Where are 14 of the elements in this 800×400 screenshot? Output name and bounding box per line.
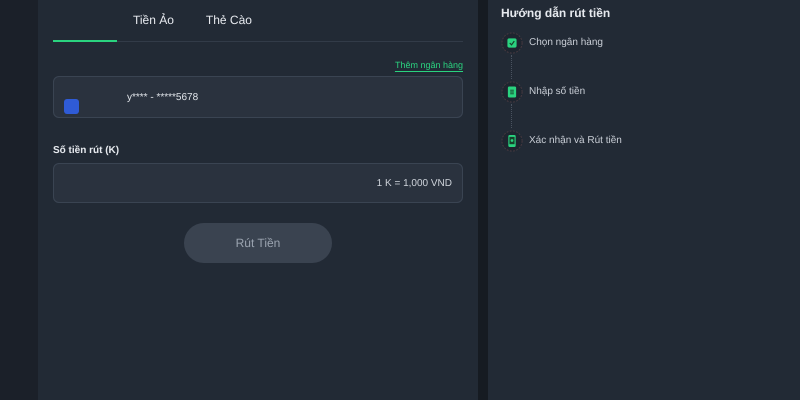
document-icon <box>501 80 523 104</box>
step-label: Nhập số tiền <box>529 86 586 97</box>
add-bank-link[interactable]: Thêm ngân hàng <box>394 60 463 70</box>
check-icon <box>501 30 523 54</box>
tab[interactable]: Tiền Ảo <box>117 0 190 42</box>
tab[interactable]: Thẻ Cào <box>190 0 268 42</box>
step-label: Xác nhận và Rút tiền <box>529 135 622 146</box>
guide-title: Hướng dẫn rút tiền <box>501 6 612 20</box>
bank-field[interactable]: y**** - *****5678 <box>53 76 463 118</box>
phone-icon <box>501 128 523 152</box>
amount-field[interactable]: 1 K = 1,000 VND <box>53 163 463 203</box>
field-label: Số tiền rút (K) <box>53 145 120 156</box>
step-label: Chọn ngân hàng <box>529 37 603 48</box>
bank-icon <box>64 98 79 114</box>
